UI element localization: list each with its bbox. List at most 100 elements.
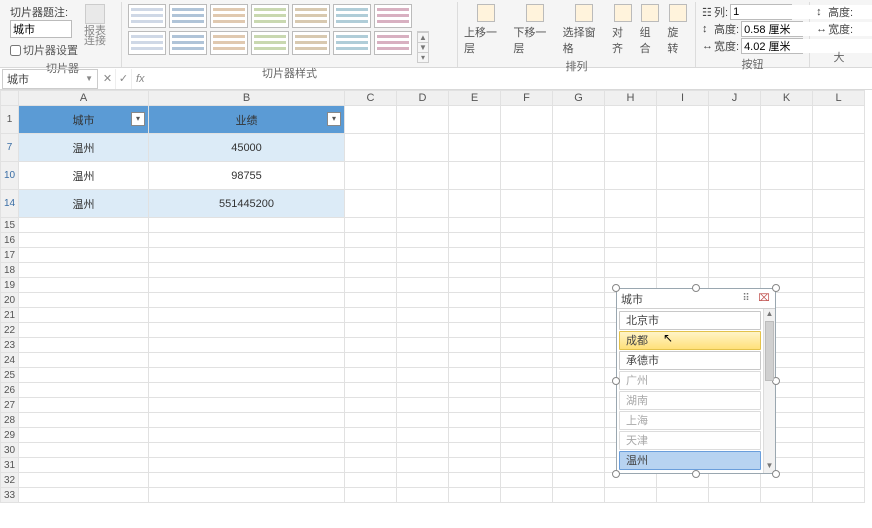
cell[interactable] [149, 293, 345, 308]
cell[interactable] [19, 413, 149, 428]
cell[interactable] [149, 338, 345, 353]
cell[interactable] [345, 190, 397, 218]
cell[interactable] [709, 106, 761, 134]
row-header-31[interactable]: 31 [1, 458, 19, 473]
cell[interactable] [449, 338, 501, 353]
cell[interactable] [449, 190, 501, 218]
slicer-style-12[interactable] [292, 31, 330, 55]
row-header-30[interactable]: 30 [1, 443, 19, 458]
cell[interactable] [553, 233, 605, 248]
cell[interactable] [553, 473, 605, 488]
bring-forward-button[interactable]: 上移一层 [464, 4, 507, 56]
row-header-27[interactable]: 27 [1, 398, 19, 413]
resize-handle-w[interactable] [612, 377, 620, 385]
row-header-29[interactable]: 29 [1, 428, 19, 443]
slicer-style-7[interactable] [374, 4, 412, 28]
cell[interactable] [149, 383, 345, 398]
cell[interactable] [501, 443, 553, 458]
slicer-style-6[interactable] [333, 4, 371, 28]
cell[interactable] [449, 278, 501, 293]
col-header-D[interactable]: D [397, 91, 449, 106]
scroll-up-icon[interactable]: ▲ [764, 309, 775, 321]
slicer-item-温州[interactable]: 温州 [619, 451, 761, 470]
cell[interactable] [813, 368, 865, 383]
cell[interactable] [345, 428, 397, 443]
slicer-style-13[interactable] [333, 31, 371, 55]
cell[interactable] [19, 293, 149, 308]
selection-pane-button[interactable]: 选择窗格 [563, 4, 606, 56]
cell[interactable] [149, 218, 345, 233]
select-all-corner[interactable] [1, 91, 19, 106]
cell-city[interactable]: 温州 [19, 190, 149, 218]
cell[interactable] [149, 353, 345, 368]
cell[interactable] [449, 368, 501, 383]
col-header-F[interactable]: F [501, 91, 553, 106]
cell-value[interactable]: 551445200 [149, 190, 345, 218]
cell[interactable] [19, 278, 149, 293]
cell[interactable] [345, 233, 397, 248]
cell[interactable] [149, 308, 345, 323]
cell[interactable] [19, 443, 149, 458]
row-header-1[interactable]: 1 [1, 106, 19, 134]
cell[interactable] [813, 383, 865, 398]
cell[interactable] [397, 413, 449, 428]
cell[interactable] [605, 233, 657, 248]
col-header-K[interactable]: K [761, 91, 813, 106]
row-header-28[interactable]: 28 [1, 413, 19, 428]
cell[interactable] [149, 458, 345, 473]
cell[interactable] [657, 473, 709, 488]
cell[interactable] [345, 293, 397, 308]
table-header-value[interactable]: 业绩▾ [149, 106, 345, 134]
slicer-item-湖南[interactable]: 湖南 [619, 391, 761, 410]
cell[interactable] [345, 162, 397, 190]
rotate-button[interactable]: 旋转 [667, 4, 689, 56]
cell[interactable] [501, 368, 553, 383]
cell[interactable] [501, 248, 553, 263]
slicer-style-5[interactable] [292, 4, 330, 28]
cell[interactable] [19, 323, 149, 338]
cell[interactable] [553, 248, 605, 263]
clear-filter-icon[interactable]: ⌧ [757, 292, 771, 306]
cell[interactable] [501, 323, 553, 338]
cell[interactable] [397, 263, 449, 278]
cell[interactable] [501, 473, 553, 488]
cell[interactable] [397, 134, 449, 162]
cell[interactable] [813, 338, 865, 353]
cell[interactable] [501, 218, 553, 233]
cell[interactable] [149, 368, 345, 383]
row-header-24[interactable]: 24 [1, 353, 19, 368]
cell[interactable] [761, 263, 813, 278]
cell[interactable] [397, 443, 449, 458]
cell[interactable] [813, 413, 865, 428]
row-header-20[interactable]: 20 [1, 293, 19, 308]
row-header-16[interactable]: 16 [1, 233, 19, 248]
cell[interactable] [553, 443, 605, 458]
multi-select-icon[interactable]: ⠿ [739, 292, 753, 306]
col-header-B[interactable]: B [149, 91, 345, 106]
col-header-H[interactable]: H [605, 91, 657, 106]
cell[interactable] [397, 473, 449, 488]
cell[interactable] [605, 162, 657, 190]
slicer-style-11[interactable] [251, 31, 289, 55]
resize-handle-nw[interactable] [612, 284, 620, 292]
cell[interactable] [397, 218, 449, 233]
cell[interactable] [553, 413, 605, 428]
cell[interactable] [149, 323, 345, 338]
row-header-25[interactable]: 25 [1, 368, 19, 383]
slicer-style-2[interactable] [169, 4, 207, 28]
cell[interactable] [501, 308, 553, 323]
cell[interactable] [813, 488, 865, 503]
cell[interactable] [345, 338, 397, 353]
cell[interactable] [449, 443, 501, 458]
cell[interactable] [813, 134, 865, 162]
row-header-33[interactable]: 33 [1, 488, 19, 503]
cell[interactable] [657, 134, 709, 162]
cell[interactable] [19, 353, 149, 368]
cell[interactable] [813, 248, 865, 263]
cell[interactable] [149, 443, 345, 458]
slicer-style-3[interactable] [210, 4, 248, 28]
cell-city[interactable]: 温州 [19, 134, 149, 162]
cell[interactable] [553, 383, 605, 398]
cell[interactable] [813, 428, 865, 443]
cell-value[interactable]: 98755 [149, 162, 345, 190]
